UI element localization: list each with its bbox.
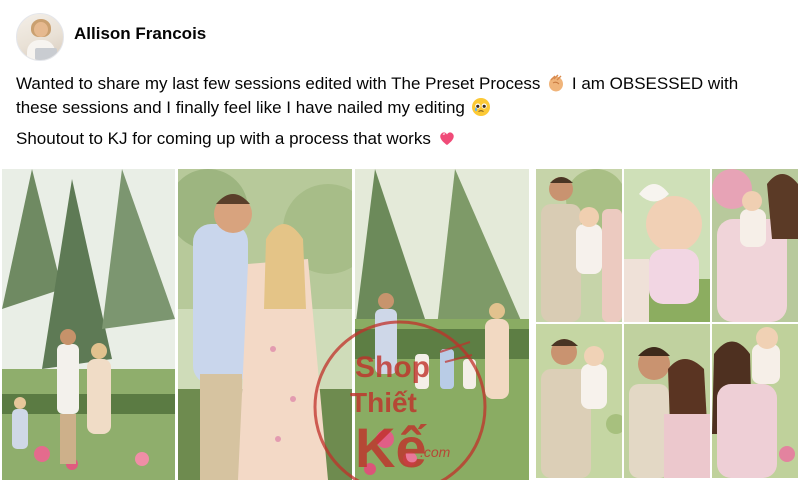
gallery-photo-9[interactable]	[712, 324, 798, 478]
post-text-line2: these sessions and I finally feel like I…	[16, 98, 465, 117]
gallery-photo-6[interactable]	[712, 169, 798, 322]
teary-face-emoji-icon	[471, 98, 490, 116]
post-text-line1b: I am OBSESSED with	[571, 74, 739, 93]
gallery-photo-2[interactable]	[178, 169, 352, 480]
gallery-photo-1[interactable]	[2, 169, 175, 480]
author-name[interactable]: Allison Francois	[74, 24, 206, 44]
gallery-photo-8[interactable]	[624, 324, 710, 478]
post-header: Allison Francois	[16, 12, 206, 62]
avatar[interactable]	[16, 13, 64, 61]
post-paragraph-1: Wanted to share my last few sessions edi…	[16, 72, 786, 120]
post-paragraph-2: Shoutout to KJ for coming up with a proc…	[16, 127, 786, 151]
gallery-photo-4[interactable]	[536, 169, 622, 322]
post-text: Wanted to share my last few sessions edi…	[16, 72, 786, 158]
clapping-hands-emoji-icon	[549, 74, 564, 92]
gallery-photo-7[interactable]	[536, 324, 622, 478]
gallery-photo-5[interactable]	[624, 169, 710, 322]
post-text-line3: Shoutout to KJ for coming up with a proc…	[16, 129, 431, 148]
post-text-line1a: Wanted to share my last few sessions edi…	[16, 74, 541, 93]
sparkling-heart-emoji-icon	[439, 132, 454, 145]
photo-gallery: Shop Thiết Kế .com	[0, 167, 800, 480]
gallery-photo-3[interactable]	[355, 169, 529, 480]
